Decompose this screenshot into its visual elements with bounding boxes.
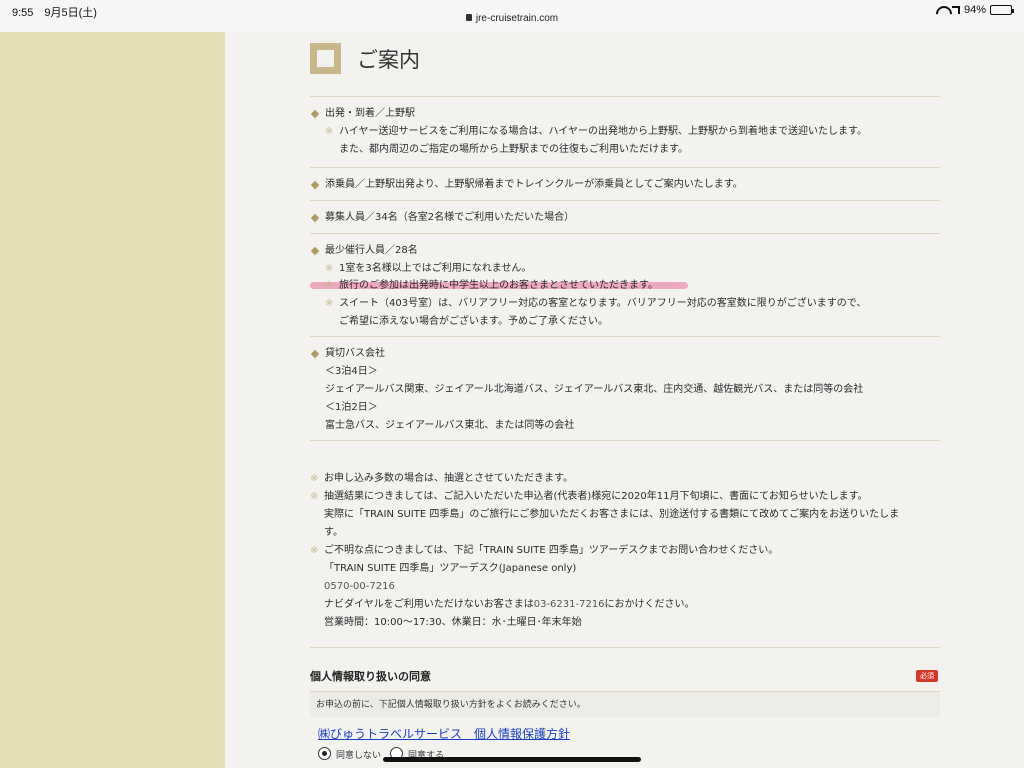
divider (310, 233, 940, 234)
divider (310, 440, 940, 441)
navi-prefix: ナビダイヤルをご利用いただけないお客さまは (324, 599, 534, 610)
main-content[interactable]: ご案内 出発・到着／上野駅 ※ ハイヤー送迎サービスをご利用になる場合は、ハイヤ… (225, 32, 1024, 768)
notice-text: 実際に「TRAIN SUITE 四季島」のご旅行にご参加いただくお客さまには、別… (324, 509, 900, 520)
divider (310, 336, 940, 337)
item-note: スイート（403号室）は、バリアフリー対応の客室となります。バリアフリー対応の客… (339, 298, 867, 309)
home-indicator[interactable] (383, 757, 641, 762)
diamond-bullet-icon (310, 246, 320, 256)
url-text: jre-cruisetrain.com (475, 13, 559, 24)
item-title: 添乗員／上野駅出発より、上野駅帰着までトレインクルーが添乗員としてご案内いたしま… (325, 179, 743, 190)
note-mark: ※ (325, 298, 334, 309)
item-note: 1室を3名様以上ではご利用になれません。 (339, 263, 532, 274)
diamond-bullet-icon (310, 213, 320, 223)
divider (310, 96, 940, 97)
radio-disagree[interactable] (318, 747, 331, 760)
left-side-panel (0, 32, 225, 768)
diamond-bullet-icon (310, 109, 320, 119)
divider (310, 647, 940, 648)
radio-disagree-label[interactable]: 同意しない (336, 748, 381, 761)
battery-icon (990, 5, 1014, 15)
notice-text: お申し込み多数の場合は、抽選とさせていただきます。 (324, 473, 573, 484)
item-title: 募集人員／34名（各室2名様でご利用いただいた場合） (325, 212, 575, 223)
notice-text: す。 (324, 527, 343, 538)
item-note-highlighted: 旅行のご参加は出発時に中学生以上のお客さまとさせていただきます。 (339, 280, 658, 291)
tour-desk-name: 「TRAIN SUITE 四季島」ツアーデスク(Japanese only) (324, 563, 577, 574)
address-bar[interactable]: jre-cruisetrain.com (0, 13, 1024, 24)
business-hours: 営業時間：10:00〜17:30、休業日：水･土曜日･年末年始 (324, 617, 582, 628)
item-line: 富士急バス、ジェイアールバス東北、または同等の会社 (325, 420, 575, 431)
note-mark: ※ (310, 491, 319, 502)
privacy-note: お申込の前に、下記個人情報取り扱い方針をよくお読みください。 (310, 691, 940, 717)
phone-navi-dial[interactable]: 0570-00-7216 (324, 578, 395, 595)
required-badge: 必須 (916, 670, 938, 682)
privacy-policy-link[interactable]: ㈱びゅうトラベルサービス 個人情報保護方針 (318, 725, 570, 742)
item-line: ジェイアールバス関東、ジェイアール北海道バス、ジェイアールバス東北、庄内交通、越… (325, 384, 864, 395)
heading-square-icon (310, 43, 341, 74)
note-mark: ※ (310, 473, 319, 484)
status-indicators: 94% (936, 4, 1014, 16)
item-note: ご希望に添えない場合がございます。予めご了承ください。 (339, 316, 608, 327)
divider (310, 167, 940, 168)
notice-text: ご不明な点につきましては、下記「TRAIN SUITE 四季島」ツアーデスクまで… (324, 545, 779, 556)
notice-text: 抽選結果につきましては、ご記入いただいた申込者(代表者)様宛に2020年11月下… (324, 491, 868, 502)
item-note: ハイヤー送迎サービスをご利用になる場合は、ハイヤーの出発地から上野駅、上野駅から… (339, 126, 867, 137)
item-title: 貸切バス会社 (325, 348, 385, 359)
item-title: 出発・到着／上野駅 (325, 108, 415, 119)
item-title: 最少催行人員／28名 (325, 245, 418, 256)
item-line: ＜1泊2日＞ (325, 402, 378, 413)
navi-dial-note: ナビダイヤルをご利用いただけないお客さまは03-6231-7216におかけくださ… (324, 596, 695, 613)
diamond-bullet-icon (310, 180, 320, 190)
navi-suffix: におかけください。 (604, 599, 695, 610)
item-line: ＜3泊4日＞ (325, 366, 378, 377)
item-note: また、都内周辺のご指定の場所から上野駅までの往復もご利用いただけます。 (339, 144, 688, 155)
section-heading: ご案内 (310, 43, 420, 74)
privacy-section-title: 個人情報取り扱いの同意 (310, 670, 431, 683)
divider (310, 200, 940, 201)
battery-percent: 94% (963, 4, 986, 16)
note-mark: ※ (325, 280, 334, 291)
note-mark: ※ (325, 126, 334, 137)
note-mark: ※ (310, 545, 319, 556)
wifi-icon (936, 6, 948, 15)
phone-direct[interactable]: 03-6231-7216 (534, 599, 605, 610)
location-arrow-icon (951, 6, 960, 14)
lock-icon (465, 14, 472, 21)
diamond-bullet-icon (310, 349, 320, 359)
status-bar: 9:55 9月5日(土) jre-cruisetrain.com 94% (0, 0, 1024, 32)
page-title: ご案内 (357, 47, 420, 72)
note-mark: ※ (325, 263, 334, 274)
